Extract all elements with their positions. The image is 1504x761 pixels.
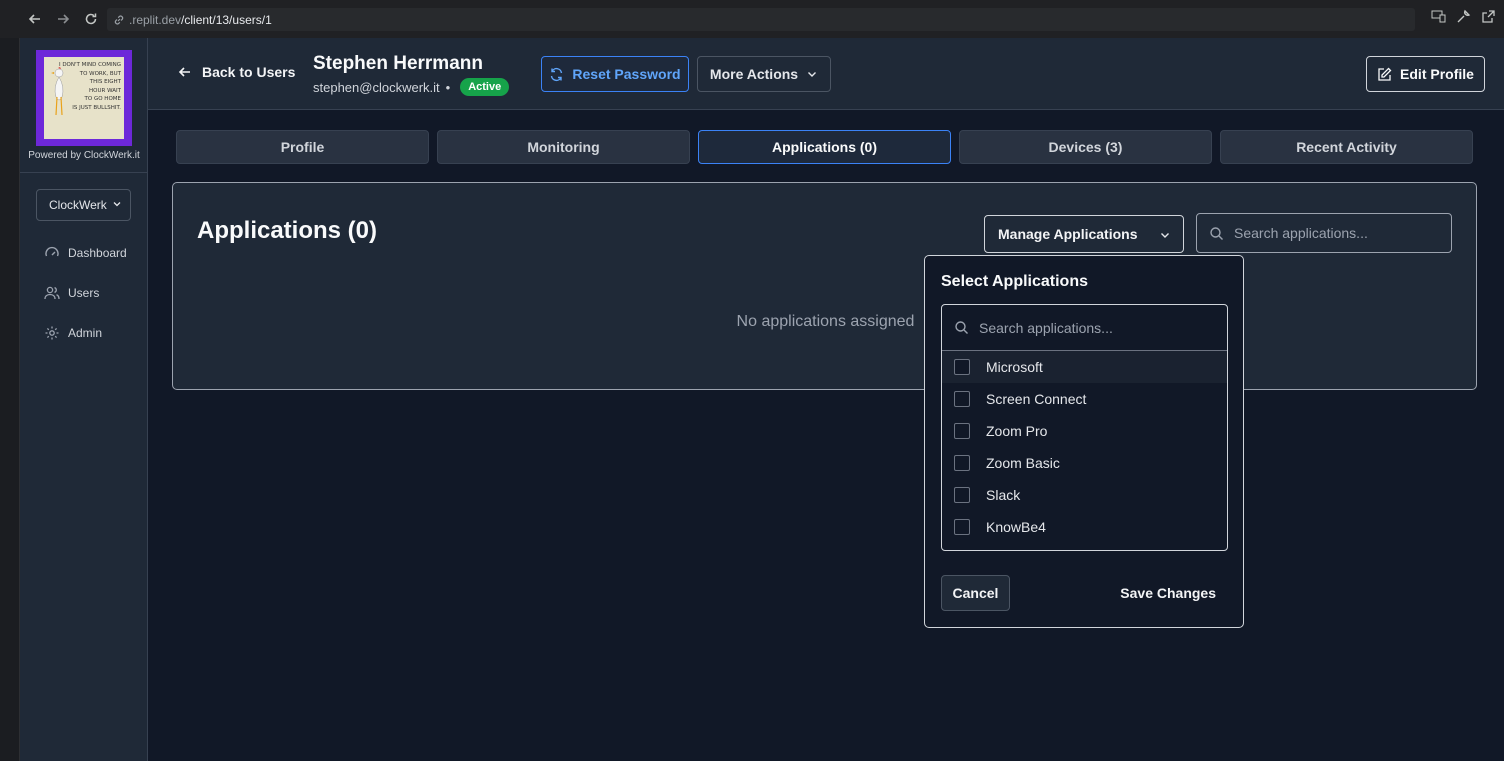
search-icon: [1210, 226, 1223, 240]
address-bar[interactable]: .replit.dev/client/13/users/1: [107, 8, 1415, 31]
option-label: Screen Connect: [986, 391, 1087, 407]
search-input[interactable]: [1234, 225, 1434, 241]
application-option[interactable]: KnowBe4: [942, 511, 1227, 543]
tab-profile[interactable]: Profile: [176, 130, 429, 164]
user-meta: stephen@clockwerk.it • Active: [313, 78, 510, 96]
open-external-icon[interactable]: [1481, 9, 1496, 24]
browser-toolbar: .replit.dev/client/13/users/1: [0, 0, 1504, 38]
option-label: Zoom Basic: [986, 455, 1060, 471]
url-host: .replit.dev: [129, 12, 182, 27]
application-option[interactable]: Microsoft: [942, 351, 1227, 383]
panel-title: Applications (0): [197, 217, 378, 244]
users-icon: [44, 286, 60, 300]
applications-search: [1196, 213, 1452, 253]
checkbox[interactable]: [954, 391, 970, 407]
status-badge: Active: [460, 78, 510, 96]
gear-icon: [45, 326, 59, 340]
back-to-users-link[interactable]: Back to Users: [178, 64, 295, 80]
select-applications-popover: Select Applications Microsoft Screen Con…: [924, 255, 1244, 628]
checkbox[interactable]: [954, 455, 970, 471]
popover-title: Select Applications: [941, 273, 1088, 290]
tab-applications[interactable]: Applications (0): [698, 130, 951, 164]
wrench-icon[interactable]: [1456, 9, 1471, 24]
meta-separator: •: [445, 79, 451, 95]
sidebar-item-admin[interactable]: Admin: [44, 322, 102, 344]
chevron-down-icon: [808, 72, 817, 77]
link-icon: [114, 15, 124, 24]
company-logo[interactable]: I DON'T MIND COMING TO WORK, BUT THIS EI…: [36, 50, 132, 146]
sidebar: I DON'T MIND COMING TO WORK, BUT THIS EI…: [20, 38, 148, 761]
application-option[interactable]: Slack: [942, 479, 1227, 511]
edit-profile-button[interactable]: Edit Profile: [1366, 56, 1485, 92]
option-label: Slack: [986, 487, 1021, 503]
option-label: Zoom Pro: [986, 423, 1048, 439]
checkbox[interactable]: [954, 423, 970, 439]
browser-extensions: [1431, 9, 1496, 24]
back-label: Back to Users: [202, 64, 296, 80]
application-option[interactable]: Zoom Basic: [942, 447, 1227, 479]
devices-icon[interactable]: [1431, 9, 1446, 24]
application-list: Microsoft Screen Connect Zoom Pro Zoom B…: [941, 304, 1228, 551]
application-option[interactable]: Screen Connect: [942, 383, 1227, 415]
cancel-button[interactable]: Cancel: [941, 575, 1010, 611]
sidebar-item-label: Dashboard: [68, 246, 127, 260]
more-actions-button[interactable]: More Actions: [697, 56, 831, 92]
browser-reload-icon[interactable]: [77, 5, 105, 33]
option-label: Microsoft: [986, 359, 1043, 375]
gauge-icon: [45, 246, 59, 257]
popover-search: [942, 305, 1227, 351]
applications-panel: Applications (0) Manage Applications No …: [172, 182, 1477, 390]
popover-search-input[interactable]: [979, 319, 1179, 336]
checkbox[interactable]: [954, 487, 970, 503]
manage-applications-button[interactable]: Manage Applications: [984, 215, 1184, 253]
sidebar-divider: [20, 172, 148, 173]
user-email: stephen@clockwerk.it: [313, 79, 440, 95]
user-header: Back to Users Stephen Herrmann stephen@c…: [148, 38, 1504, 110]
arrow-left-icon: [178, 67, 190, 77]
search-icon: [955, 321, 968, 334]
tab-recent-activity[interactable]: Recent Activity: [1220, 130, 1473, 164]
save-changes-button[interactable]: Save Changes: [1120, 585, 1216, 601]
refresh-icon: [551, 67, 563, 81]
tab-devices[interactable]: Devices (3): [959, 130, 1212, 164]
browser-forward-icon[interactable]: [49, 5, 77, 33]
sidebar-item-label: Admin: [68, 326, 103, 340]
more-actions-label: More Actions: [709, 66, 799, 82]
tab-monitoring[interactable]: Monitoring: [437, 130, 690, 164]
rubber-chicken-icon: [51, 67, 64, 116]
option-label: KnowBe4: [986, 519, 1046, 535]
user-name: Stephen Herrmann: [313, 53, 483, 74]
devtools-strip: [0, 38, 20, 761]
reset-password-label: Reset Password: [572, 66, 681, 82]
chevron-down-icon: [1161, 233, 1169, 238]
edit-icon: [1378, 67, 1392, 81]
sidebar-item-users[interactable]: Users: [44, 282, 99, 304]
application-option[interactable]: Zoom Pro: [942, 415, 1227, 447]
org-selector[interactable]: ClockWerk: [36, 189, 131, 221]
sidebar-item-label: Users: [68, 286, 100, 300]
edit-profile-label: Edit Profile: [1400, 66, 1474, 82]
reset-password-button[interactable]: Reset Password: [541, 56, 689, 92]
manage-applications-label: Manage Applications: [998, 226, 1138, 242]
sidebar-item-dashboard[interactable]: Dashboard: [44, 242, 127, 264]
org-selector-value: ClockWerk: [49, 198, 107, 212]
url-path: /client/13/users/1: [181, 12, 272, 27]
logo-poster: I DON'T MIND COMING TO WORK, BUT THIS EI…: [44, 57, 124, 139]
chevron-down-icon: [113, 202, 121, 207]
checkbox[interactable]: [954, 359, 970, 375]
powered-by: Powered by ClockWerk.it: [28, 150, 140, 161]
checkbox[interactable]: [954, 519, 970, 535]
browser-back-icon[interactable]: [21, 5, 49, 33]
empty-state: No applications assigned: [736, 313, 915, 330]
